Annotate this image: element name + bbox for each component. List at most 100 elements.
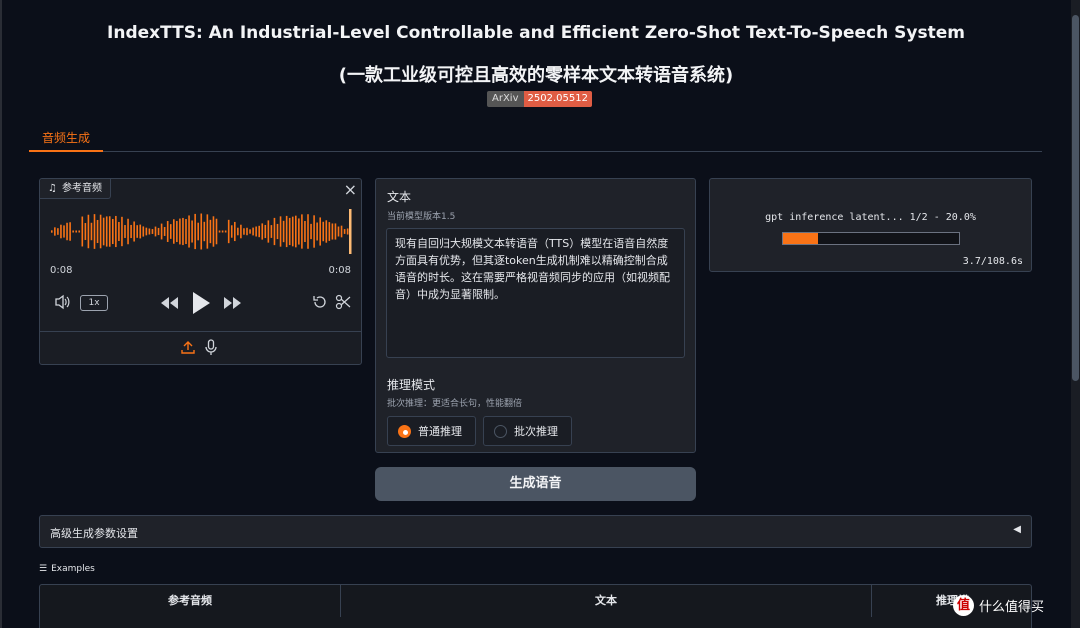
waveform-bar bbox=[234, 221, 236, 242]
waveform-bar bbox=[139, 224, 142, 239]
waveform-bar bbox=[325, 220, 328, 243]
play-icon[interactable] bbox=[191, 291, 211, 315]
radio-label: 批次推理 bbox=[514, 425, 558, 438]
waveform-bar bbox=[121, 216, 123, 247]
scrollbar-thumb[interactable] bbox=[1072, 15, 1079, 381]
waveform-bar bbox=[298, 218, 300, 245]
column-header-text: 文本 bbox=[341, 585, 872, 617]
waveform-bar bbox=[96, 219, 99, 244]
waveform-bar bbox=[221, 230, 224, 233]
waveform-bar bbox=[215, 218, 218, 245]
microphone-icon[interactable] bbox=[205, 339, 217, 356]
waveform-bar bbox=[331, 223, 334, 240]
waveform-bar bbox=[105, 216, 108, 247]
volume-icon[interactable] bbox=[54, 294, 72, 310]
examples-table: 参考音频 文本 推理模 bbox=[39, 584, 1032, 628]
generate-speech-button[interactable]: 生成语音 bbox=[375, 467, 696, 501]
output-panel: gpt inference latent... 1/2 - 20.0% 3.7/… bbox=[709, 178, 1032, 272]
triangle-left-icon: ◀ bbox=[1013, 524, 1021, 535]
waveform-bar bbox=[99, 214, 102, 249]
waveform-bar bbox=[124, 225, 126, 238]
waveform-bar bbox=[112, 218, 114, 245]
waveform-bar bbox=[206, 214, 209, 249]
text-input[interactable]: 现有自回归大规模文本转语音（TTS）模型在语音自然度方面具有优势，但其逐toke… bbox=[386, 228, 685, 358]
waveform-bar bbox=[169, 224, 172, 239]
progress-fill bbox=[783, 233, 819, 244]
watermark: 值 什么值得买 bbox=[953, 595, 1044, 616]
waveform-bar bbox=[133, 221, 135, 242]
waveform-bar bbox=[163, 227, 166, 236]
waveform-bar bbox=[151, 229, 154, 234]
waveform-bar bbox=[118, 221, 120, 242]
tab-audio-generation[interactable]: 音频生成 bbox=[29, 128, 104, 152]
close-icon[interactable]: × bbox=[344, 180, 357, 199]
waveform[interactable] bbox=[50, 209, 352, 254]
waveform-bar bbox=[154, 226, 157, 237]
waveform-bar bbox=[243, 228, 245, 235]
accordion-label: 高级生成参数设置 bbox=[50, 527, 138, 540]
waveform-bar bbox=[127, 218, 129, 245]
undo-icon[interactable] bbox=[312, 294, 328, 310]
waveform-bar bbox=[282, 220, 285, 243]
audio-source-bar bbox=[40, 331, 361, 364]
waveform-bar bbox=[179, 218, 181, 245]
waveform-bar bbox=[270, 225, 273, 238]
waveform-bar bbox=[291, 216, 294, 247]
tab-bar: 音频生成 bbox=[29, 128, 1042, 152]
upload-icon[interactable] bbox=[181, 340, 195, 355]
waveform-bar bbox=[258, 225, 260, 238]
waveform-bar bbox=[54, 227, 56, 236]
waveform-bar bbox=[69, 222, 71, 241]
audio-block-label: ♫ 参考音频 bbox=[40, 179, 111, 199]
rewind-icon[interactable] bbox=[159, 296, 179, 310]
waveform-bar bbox=[90, 222, 93, 241]
radio-normal-inference[interactable]: 普通推理 bbox=[387, 416, 476, 446]
fast-forward-icon[interactable] bbox=[223, 296, 243, 310]
waveform-bar bbox=[288, 217, 291, 246]
waveform-bar bbox=[328, 222, 331, 241]
text-panel: 文本 当前模型版本1.5 现有自回归大规模文本转语音（TTS）模型在语音自然度方… bbox=[375, 178, 696, 453]
waveform-bar bbox=[209, 219, 212, 244]
waveform-bar bbox=[102, 217, 105, 246]
waveform-bar bbox=[93, 214, 96, 249]
waveform-bar bbox=[148, 228, 151, 235]
audio-label-text: 参考音频 bbox=[61, 182, 102, 194]
model-version: 当前模型版本1.5 bbox=[387, 212, 456, 222]
waveform-bar bbox=[230, 225, 233, 238]
arxiv-badge[interactable]: ArXiv 2502.05512 bbox=[487, 91, 592, 107]
scissors-icon[interactable] bbox=[335, 294, 351, 310]
list-icon: ☰ bbox=[39, 564, 48, 574]
waveform-bar bbox=[115, 215, 117, 248]
waveform-bar bbox=[264, 224, 267, 239]
waveform-bar bbox=[194, 213, 196, 250]
waveform-bar bbox=[304, 220, 306, 243]
current-time: 0:08 bbox=[50, 265, 73, 276]
waveform-bar bbox=[246, 227, 248, 236]
waveform-bar bbox=[227, 219, 230, 244]
badge-value: 2502.05512 bbox=[523, 91, 592, 107]
radio-batch-inference[interactable]: 批次推理 bbox=[483, 416, 572, 446]
waveform-bar bbox=[81, 216, 84, 247]
waveform-bar bbox=[108, 216, 111, 247]
waveform-bar bbox=[51, 230, 53, 233]
scrollbar[interactable] bbox=[1071, 0, 1080, 628]
waveform-bar bbox=[173, 219, 175, 244]
playback-speed-button[interactable]: 1x bbox=[80, 295, 108, 311]
waveform-bar bbox=[212, 216, 215, 247]
waveform-bar bbox=[267, 220, 270, 243]
progress-status: gpt inference latent... 1/2 - 20.0% bbox=[765, 212, 976, 223]
inference-mode-hint: 批次推理：更适合长句，性能翻倍 bbox=[387, 399, 523, 409]
inference-mode-label: 推理模式 bbox=[387, 378, 436, 392]
waveform-bar bbox=[75, 230, 77, 233]
waveform-bar bbox=[157, 227, 160, 236]
waveform-bar bbox=[197, 222, 199, 241]
badge-label: ArXiv bbox=[487, 91, 524, 107]
playhead[interactable] bbox=[349, 209, 352, 254]
waveform-bar bbox=[276, 223, 279, 240]
advanced-settings-accordion[interactable]: 高级生成参数设置 ◀ bbox=[39, 515, 1032, 548]
waveform-bar bbox=[182, 217, 184, 246]
waveform-bar bbox=[322, 221, 325, 242]
watermark-logo: 值 bbox=[953, 595, 974, 616]
waveform-bar bbox=[340, 225, 343, 238]
waveform-bar bbox=[310, 223, 312, 240]
